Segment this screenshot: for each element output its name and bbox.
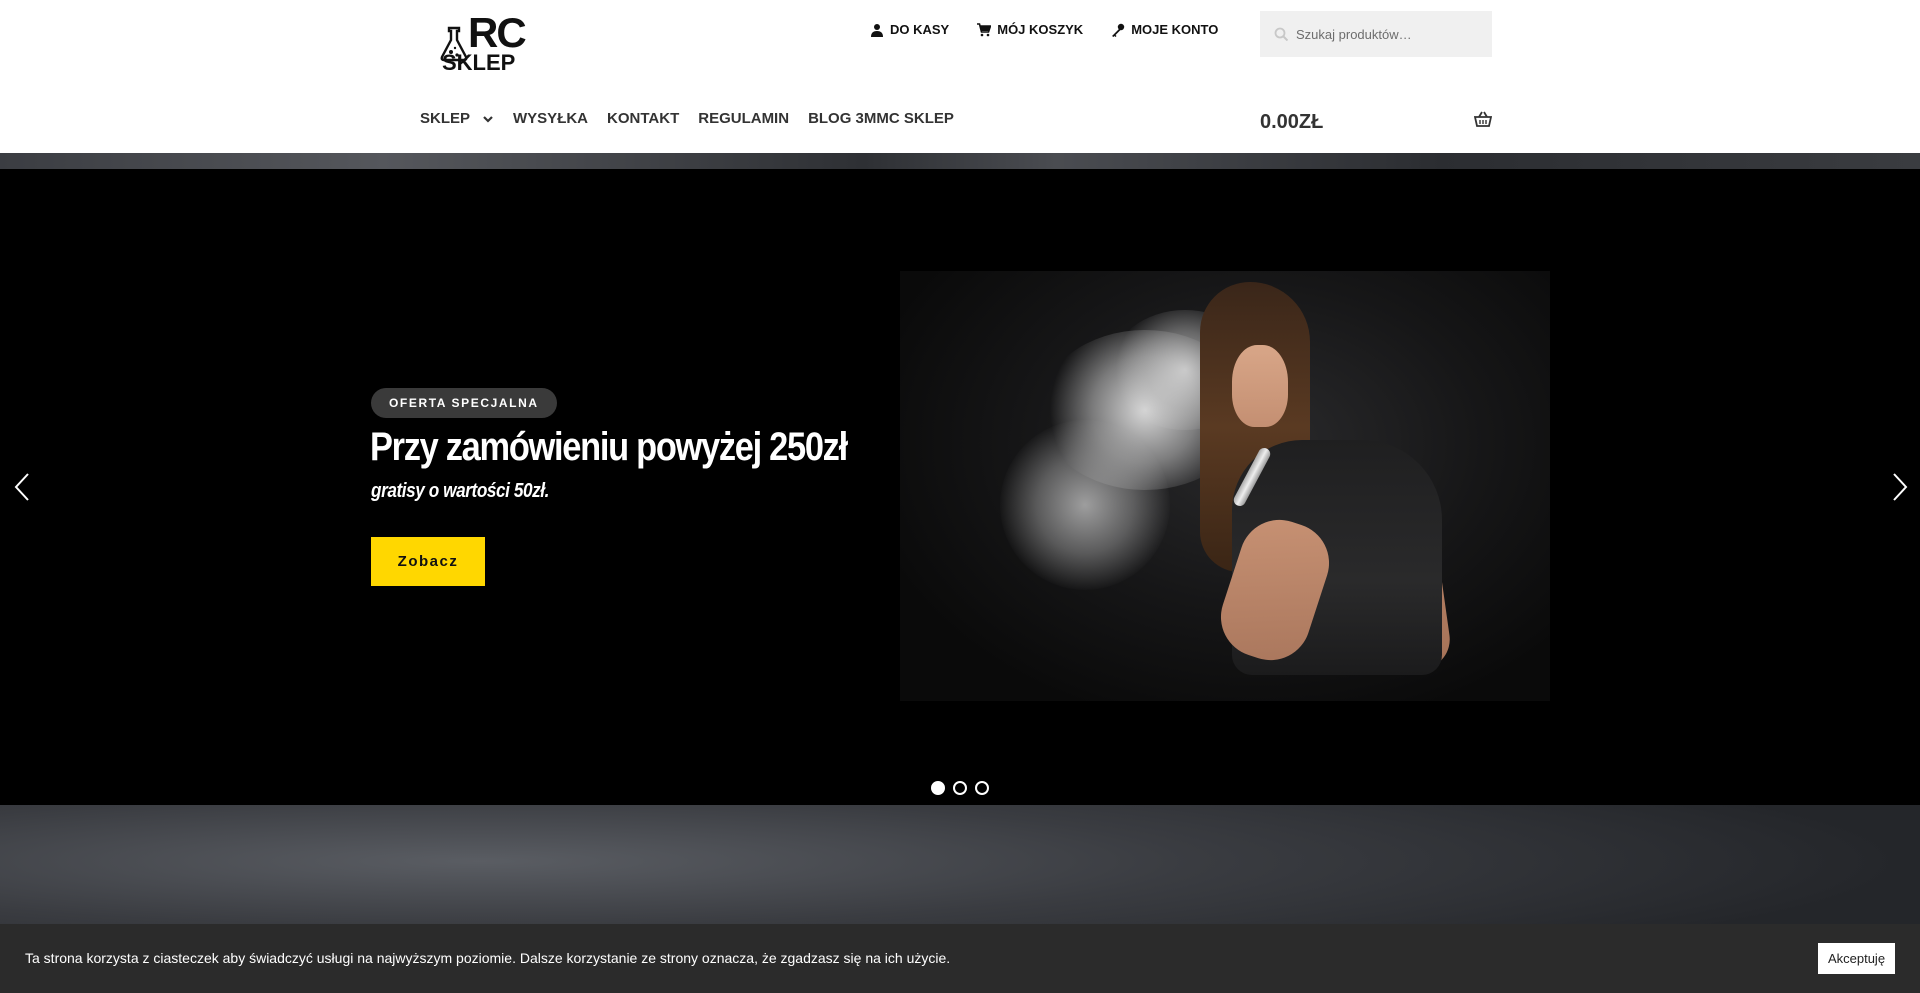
my-cart-link-label: MÓJ KOSZYK — [997, 22, 1084, 37]
logo-wordmark: RC SKLEP — [442, 9, 527, 74]
chevron-down-icon[interactable] — [482, 113, 494, 125]
slider-dot-2[interactable] — [953, 781, 967, 795]
person-icon — [871, 23, 883, 37]
nav-item-wysylka[interactable]: WYSYŁKA — [513, 110, 588, 127]
basket-icon[interactable] — [1474, 110, 1492, 128]
cart-total[interactable]: 0.00ZŁ — [1260, 111, 1323, 134]
product-search[interactable] — [1260, 11, 1492, 57]
nav-item-sklep[interactable]: SKLEP — [420, 110, 494, 127]
cookie-accept-button[interactable]: Akceptuję — [1818, 943, 1895, 974]
special-offer-badge: OFERTA SPECJALNA — [371, 388, 557, 418]
site-header: RC SKLEP DO KASY MÓJ KOSZYK MOJE KONTO S… — [0, 0, 1920, 153]
cart-icon — [977, 22, 992, 36]
cookie-notice-text: Ta strona korzysta z ciasteczek aby świa… — [25, 950, 951, 966]
slider-next-button[interactable] — [1888, 470, 1912, 504]
main-nav: SKLEP WYSYŁKA KONTAKT REGULAMIN BLOG 3MM… — [420, 110, 954, 127]
slider-dot-1[interactable] — [931, 781, 945, 795]
search-input[interactable] — [1296, 26, 1476, 42]
my-account-link-label: MOJE KONTO — [1131, 22, 1219, 37]
nav-item-blog[interactable]: BLOG 3MMC SKLEP — [808, 110, 954, 127]
my-cart-link[interactable]: MÓJ KOSZYK — [977, 22, 1083, 37]
site-logo[interactable]: RC SKLEP — [440, 12, 530, 76]
nav-item-regulamin[interactable]: REGULAMIN — [698, 110, 789, 127]
top-links: DO KASY MÓJ KOSZYK MOJE KONTO — [870, 22, 1218, 37]
my-account-link[interactable]: MOJE KONTO — [1111, 22, 1218, 37]
hero-title: Przy zamówieniu powyżej 250zł — [370, 425, 848, 469]
smoke-background-top — [0, 153, 1920, 169]
hero-cta-button[interactable]: Zobacz — [371, 537, 485, 586]
chevron-right-icon — [1893, 473, 1908, 501]
cookie-notice: Ta strona korzysta z ciasteczek aby świa… — [0, 924, 1920, 993]
slider-dot-3[interactable] — [975, 781, 989, 795]
smoke-cloud — [1000, 420, 1170, 590]
nav-item-sklep-label: SKLEP — [420, 110, 471, 127]
checkout-link[interactable]: DO KASY — [870, 22, 949, 37]
hero-woman-face — [1232, 345, 1288, 427]
hero-subtitle: gratisy o wartości 50zł. — [371, 480, 550, 502]
slider-prev-button[interactable] — [10, 470, 34, 504]
nav-item-kontakt[interactable]: KONTAKT — [607, 110, 679, 127]
chevron-left-icon — [14, 473, 29, 501]
logo-sklep-text: SKLEP — [442, 50, 516, 75]
logo-rc-text: RC — [468, 9, 527, 56]
slider-pagination — [931, 781, 989, 795]
checkout-link-label: DO KASY — [890, 22, 950, 37]
key-icon — [1112, 23, 1125, 37]
search-icon — [1274, 27, 1288, 41]
